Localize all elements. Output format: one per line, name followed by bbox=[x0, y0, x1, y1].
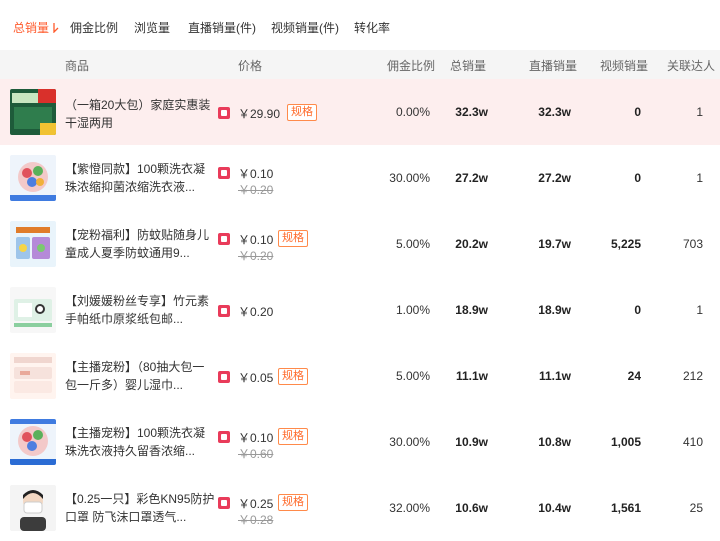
original-price: ￥0.60 bbox=[238, 447, 274, 461]
sort-tab-conversion[interactable]: 转化率 bbox=[354, 19, 390, 36]
commission-rate: 5.00% bbox=[395, 237, 430, 251]
table-row[interactable]: 【0.25一只】彩色KN95防护口罩 防飞沫口罩透气... ￥0.25 ￥0.28 规… bbox=[0, 475, 720, 541]
sort-tab-live-sales[interactable]: 直播销量(件) bbox=[188, 19, 256, 36]
sort-tab-views[interactable]: 浏览量 bbox=[134, 19, 170, 36]
shop-icon[interactable] bbox=[218, 431, 230, 443]
table-row[interactable]: 【主播宠粉】（80抽大包一包一斤多）婴儿湿巾... ￥0.05 规格 5.00% 11.… bbox=[0, 343, 720, 409]
commission-rate: 0.00% bbox=[395, 105, 430, 119]
sort-desc-icon bbox=[53, 23, 59, 33]
product-price: ￥0.10 bbox=[238, 233, 274, 247]
sort-bar: 总销量 佣金比例 浏览量 直播销量(件) 视频销量(件) 转化率 bbox=[0, 0, 720, 51]
original-price: ￥0.20 bbox=[238, 183, 274, 197]
live-sales: 19.7w bbox=[538, 237, 571, 251]
product-thumbnail[interactable] bbox=[10, 485, 56, 531]
shop-icon[interactable] bbox=[218, 233, 230, 245]
commission-rate: 30.00% bbox=[389, 171, 430, 185]
product-thumbnail[interactable] bbox=[10, 353, 56, 399]
product-price: ￥0.20 bbox=[238, 305, 274, 319]
table-row[interactable]: 【宠粉福利】防蚊贴随身儿童成人夏季防蚊通用9... ￥0.10 ￥0.20 规格 5.0… bbox=[0, 211, 720, 277]
table-row[interactable]: （一箱20大包）家庭实惠装 干湿两用 ￥29.90 规格 0.00% 32.3w 32.3… bbox=[0, 79, 720, 145]
video-sales: 1,005 bbox=[610, 435, 641, 449]
product-thumbnail[interactable] bbox=[10, 287, 56, 333]
column-header-commission[interactable]: 佣金比例 bbox=[387, 57, 435, 74]
total-sales: 11.1w bbox=[455, 369, 488, 383]
spec-tag[interactable]: 规格 bbox=[278, 428, 308, 445]
product-thumbnail[interactable] bbox=[10, 419, 56, 465]
total-sales: 18.9w bbox=[455, 303, 488, 317]
total-sales: 10.9w bbox=[455, 435, 488, 449]
product-name[interactable]: 【紫憕同款】100颗洗衣凝珠浓缩抑菌浓缩洗衣液... bbox=[65, 160, 215, 196]
product-thumbnail[interactable] bbox=[10, 89, 56, 135]
product-name[interactable]: 【主播宠粉】100颗洗衣凝珠洗衣液持久留香浓缩... bbox=[65, 424, 215, 460]
product-price: ￥0.25 bbox=[238, 497, 274, 511]
column-header-influencers[interactable]: 关联达人 bbox=[667, 57, 715, 74]
shop-icon[interactable] bbox=[218, 305, 230, 317]
product-name[interactable]: 【主播宠粉】（80抽大包一包一斤多）婴儿湿巾... bbox=[65, 358, 215, 394]
influencer-count[interactable]: 1 bbox=[660, 171, 703, 185]
video-sales: 0 bbox=[634, 303, 641, 317]
shop-icon[interactable] bbox=[218, 371, 230, 383]
table-row[interactable]: 【刘媛媛粉丝专享】竹元素手帕纸巾原浆纸包邮... ￥0.20 1.00% 18.9w 1… bbox=[0, 277, 720, 343]
original-price: ￥0.28 bbox=[238, 513, 274, 527]
product-thumbnail[interactable] bbox=[10, 221, 56, 267]
total-sales: 32.3w bbox=[455, 105, 488, 119]
product-price: ￥0.10 bbox=[238, 167, 274, 181]
column-header-live-sales[interactable]: 直播销量 bbox=[529, 57, 577, 74]
product-name[interactable]: 【宠粉福利】防蚊贴随身儿童成人夏季防蚊通用9... bbox=[65, 226, 215, 262]
video-sales: 24 bbox=[627, 369, 641, 383]
live-sales: 10.8w bbox=[538, 435, 571, 449]
video-sales: 0 bbox=[634, 105, 641, 119]
table-row[interactable]: 【紫憕同款】100颗洗衣凝珠浓缩抑菌浓缩洗衣液... ￥0.10 ￥0.20 30.0… bbox=[0, 145, 720, 211]
spec-tag[interactable]: 规格 bbox=[287, 104, 317, 121]
shop-icon[interactable] bbox=[218, 167, 230, 179]
total-sales: 20.2w bbox=[455, 237, 488, 251]
spec-tag[interactable]: 规格 bbox=[278, 494, 308, 511]
video-sales: 5,225 bbox=[610, 237, 641, 251]
live-sales: 11.1w bbox=[538, 369, 571, 383]
video-sales: 0 bbox=[634, 171, 641, 185]
live-sales: 27.2w bbox=[538, 171, 571, 185]
live-sales: 32.3w bbox=[538, 105, 571, 119]
product-name[interactable]: （一箱20大包）家庭实惠装 干湿两用 bbox=[65, 96, 215, 132]
product-price: ￥29.90 bbox=[238, 107, 281, 121]
video-sales: 1,561 bbox=[610, 501, 641, 515]
product-name[interactable]: 【刘媛媛粉丝专享】竹元素手帕纸巾原浆纸包邮... bbox=[65, 292, 215, 328]
sort-tab-total-sales[interactable]: 总销量 bbox=[13, 19, 59, 36]
influencer-count[interactable]: 1 bbox=[660, 105, 703, 119]
spec-tag[interactable]: 规格 bbox=[278, 368, 308, 385]
column-header-video-sales[interactable]: 视频销量 bbox=[600, 57, 648, 74]
product-name[interactable]: 【0.25一只】彩色KN95防护口罩 防飞沫口罩透气... bbox=[65, 490, 215, 526]
live-sales: 18.9w bbox=[538, 303, 571, 317]
live-sales: 10.4w bbox=[538, 501, 571, 515]
influencer-count[interactable]: 703 bbox=[660, 237, 703, 251]
spec-tag[interactable]: 规格 bbox=[278, 230, 308, 247]
influencer-count[interactable]: 212 bbox=[660, 369, 703, 383]
commission-rate: 30.00% bbox=[389, 435, 430, 449]
product-price: ￥0.05 bbox=[238, 371, 274, 385]
total-sales: 27.2w bbox=[455, 171, 488, 185]
sort-tab-commission[interactable]: 佣金比例 bbox=[70, 19, 118, 36]
shop-icon[interactable] bbox=[218, 497, 230, 509]
commission-rate: 32.00% bbox=[389, 501, 430, 515]
column-header-total-sales[interactable]: 总销量 bbox=[450, 57, 486, 74]
original-price: ￥0.20 bbox=[238, 249, 274, 263]
product-thumbnail[interactable] bbox=[10, 155, 56, 201]
column-header-price: 价格 bbox=[238, 59, 263, 73]
sort-tab-video-sales[interactable]: 视频销量(件) bbox=[271, 19, 339, 36]
table-header: 商品 价格 佣金比例 总销量 直播销量 视频销量 关联达人 bbox=[0, 50, 720, 79]
shop-icon[interactable] bbox=[218, 107, 230, 119]
influencer-count[interactable]: 25 bbox=[660, 501, 703, 515]
influencer-count[interactable]: 410 bbox=[660, 435, 703, 449]
total-sales: 10.6w bbox=[455, 501, 488, 515]
column-header-product: 商品 bbox=[65, 59, 90, 73]
influencer-count[interactable]: 1 bbox=[660, 303, 703, 317]
commission-rate: 1.00% bbox=[395, 303, 430, 317]
sort-tab-label: 总销量 bbox=[13, 21, 50, 35]
product-price: ￥0.10 bbox=[238, 431, 274, 445]
table-row[interactable]: 【主播宠粉】100颗洗衣凝珠洗衣液持久留香浓缩... ￥0.10 ￥0.60 规格 30… bbox=[0, 409, 720, 475]
commission-rate: 5.00% bbox=[395, 369, 430, 383]
